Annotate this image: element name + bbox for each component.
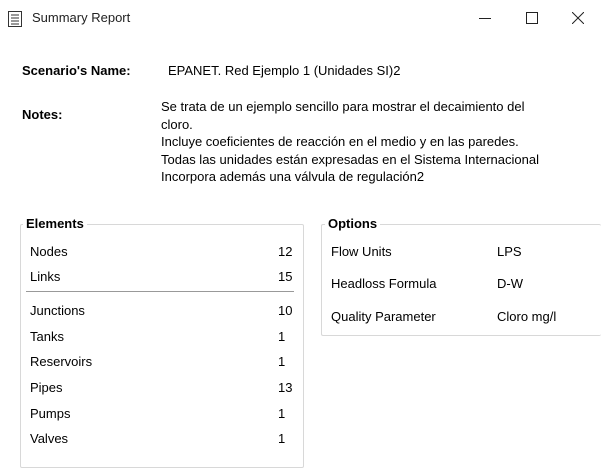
elements-separator	[26, 291, 294, 292]
elements-row-value: 15	[278, 269, 293, 284]
title-bar[interactable]: Summary Report	[0, 0, 601, 36]
elements-row-value: 13	[278, 380, 293, 395]
notes-line: Incorpora además una válvula de regulaci…	[161, 169, 425, 185]
elements-row-value: 1	[278, 406, 286, 421]
notes-line: Incluye coeficientes de reacción en el m…	[161, 134, 519, 150]
elements-row-label: Nodes	[30, 244, 68, 259]
options-row-label: Flow Units	[331, 244, 392, 259]
maximize-icon	[526, 12, 538, 24]
options-row-label: Quality Parameter	[331, 309, 436, 324]
options-row-value: Cloro mg/l	[497, 309, 557, 324]
elements-row-value: 12	[278, 244, 293, 259]
elements-row-label: Tanks	[30, 329, 64, 344]
notes-label: Notes:	[22, 107, 63, 122]
close-icon	[572, 12, 584, 24]
minimize-button[interactable]	[462, 0, 508, 36]
elements-row-value: 1	[278, 329, 286, 344]
report-icon	[8, 11, 22, 27]
scenario-name: EPANET. Red Ejemplo 1 (Unidades SI)2	[168, 63, 401, 78]
options-row-value: LPS	[497, 244, 522, 259]
elements-row-value: 10	[278, 303, 293, 318]
elements-row-label: Reservoirs	[30, 354, 93, 369]
elements-title: Elements	[23, 216, 87, 231]
options-row-label: Headloss Formula	[331, 276, 437, 291]
elements-row-label: Pumps	[30, 406, 71, 421]
scenario-label: Scenario's Name:	[22, 63, 131, 78]
elements-row-value: 1	[278, 431, 286, 446]
notes-line: Todas las unidades están expresadas en e…	[161, 151, 539, 167]
maximize-button[interactable]	[509, 0, 555, 36]
notes-line: Se trata de un ejemplo sencillo para mos…	[161, 99, 525, 114]
elements-row-label: Junctions	[30, 303, 85, 318]
window-title: Summary Report	[32, 10, 131, 25]
close-button[interactable]	[555, 0, 601, 36]
elements-row-label: Valves	[30, 431, 69, 446]
notes-line: cloro.	[161, 116, 193, 132]
notes-text: Se trata de un ejemplo sencillo para mos…	[161, 98, 591, 186]
elements-row-label: Links	[30, 269, 61, 284]
options-row-value: D-W	[497, 276, 523, 291]
minimize-icon	[479, 18, 491, 19]
elements-row-label: Pipes	[30, 380, 63, 395]
elements-row-value: 1	[278, 354, 286, 369]
options-title: Options	[325, 216, 381, 231]
